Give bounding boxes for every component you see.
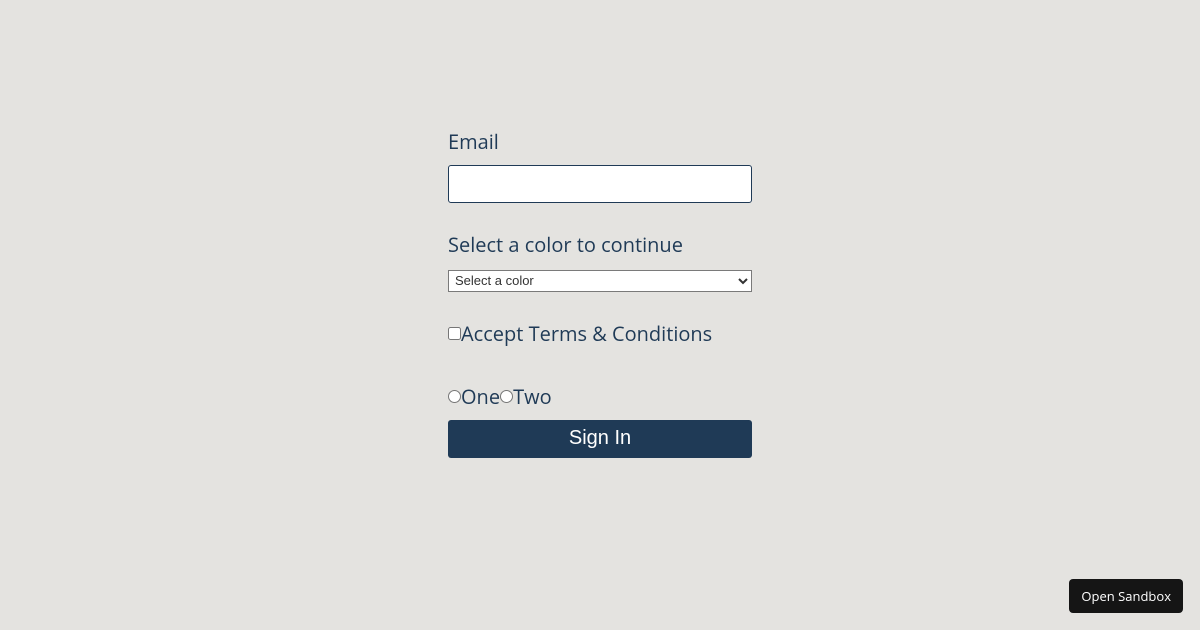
- radio-two[interactable]: [500, 390, 513, 403]
- color-label: Select a color to continue: [448, 231, 752, 258]
- color-select[interactable]: Select a color: [448, 270, 752, 292]
- color-group: Select a color to continue Select a colo…: [448, 231, 752, 292]
- email-group: Email: [448, 128, 752, 203]
- radio-one-label: One: [461, 383, 500, 410]
- radio-one[interactable]: [448, 390, 461, 403]
- terms-label: Accept Terms & Conditions: [461, 320, 712, 347]
- signin-form: Email Select a color to continue Select …: [448, 128, 752, 458]
- email-label: Email: [448, 128, 752, 155]
- email-field[interactable]: [448, 165, 752, 203]
- terms-group: Accept Terms & Conditions: [448, 320, 752, 347]
- open-sandbox-button[interactable]: Open Sandbox: [1069, 579, 1183, 613]
- radio-group: One Two: [448, 383, 752, 410]
- signin-button[interactable]: Sign In: [448, 420, 752, 458]
- terms-checkbox[interactable]: [448, 327, 461, 340]
- radio-two-label: Two: [513, 383, 552, 410]
